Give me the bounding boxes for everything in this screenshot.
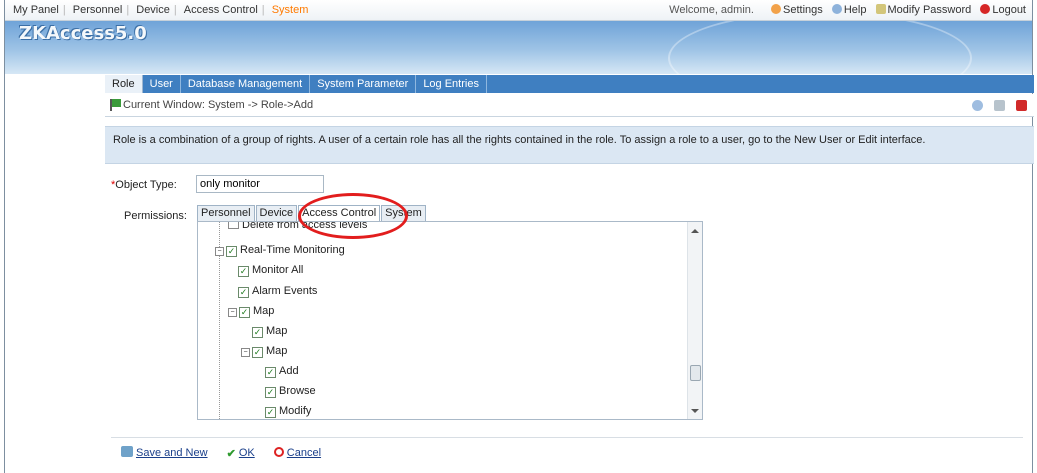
tree-node-real-time-monitoring[interactable]: − ✓ Real-Time Monitoring (215, 242, 345, 258)
logout-label: Logout (992, 4, 1026, 16)
nav-system[interactable]: System (268, 4, 313, 16)
app-window: My Panel | Personnel | Device | Access Cont… (4, 0, 1034, 473)
cancel-button[interactable]: Cancel (273, 447, 322, 459)
ok-label: OK (238, 447, 255, 459)
checkbox-checked[interactable]: ✓ (226, 246, 237, 257)
node-label: Map (266, 345, 288, 357)
help-icon (831, 4, 842, 14)
user-bar: Welcome, admin. Settings Help Modify Pas… (669, 4, 1032, 16)
gear-icon (771, 4, 782, 14)
settings-link[interactable]: Settings (771, 4, 823, 16)
tree-node-map-child[interactable]: ✓ Map (252, 323, 287, 339)
cancel-icon (273, 447, 284, 457)
app-logo: ZKAccess5.0 (19, 23, 147, 44)
collapse-icon[interactable]: − (228, 308, 237, 317)
checkbox-checked[interactable]: ✓ (239, 307, 250, 318)
perm-tab-device[interactable]: Device (255, 205, 298, 221)
tree-node-monitor-all[interactable]: ✓ Monitor All (238, 262, 303, 278)
current-window-bar: Current Window: System -> Role->Add (105, 94, 1034, 117)
system-tabs: Role User Database Management System Par… (105, 75, 1034, 93)
breadcrumb: Current Window: System -> Role->Add (123, 99, 314, 111)
help-label: Help (843, 4, 867, 16)
checkbox-checked[interactable]: ✓ (265, 407, 276, 418)
save-icon (121, 446, 133, 457)
nav-separator: | (173, 4, 177, 16)
window-tools (964, 99, 1027, 111)
node-label: Modify (279, 405, 312, 417)
tab-user[interactable]: User (143, 75, 181, 93)
object-type-label-text: Object Type: (115, 179, 177, 191)
main-navigation: My Panel | Personnel | Device | Access Cont… (9, 4, 312, 16)
tree-node-add[interactable]: ✓ Add (265, 363, 299, 379)
node-label: Map (266, 325, 288, 337)
save-and-new-label: Save and New (136, 447, 208, 459)
nav-separator: | (261, 4, 265, 16)
collapse-icon[interactable]: − (215, 247, 224, 256)
checkbox-checked[interactable]: ✓ (265, 367, 276, 378)
collapse-icon[interactable]: − (241, 348, 250, 357)
key-icon (875, 4, 886, 14)
tab-system-parameter[interactable]: System Parameter (310, 75, 417, 93)
node-label: Browse (279, 385, 316, 397)
checkbox-checked[interactable]: ✓ (265, 387, 276, 398)
checkbox-checked[interactable]: ✓ (238, 287, 249, 298)
permissions-label: Permissions: (124, 210, 187, 222)
perm-tab-personnel[interactable]: Personnel (197, 205, 255, 221)
tree-node-browse[interactable]: ✓ Browse (265, 383, 316, 399)
welcome-text: Welcome, admin. (669, 4, 754, 16)
tree-node-modify[interactable]: ✓ Modify (265, 403, 311, 419)
ok-button[interactable]: ✔ OK (226, 447, 255, 460)
checkbox-checked[interactable]: ✓ (238, 266, 249, 277)
help-link[interactable]: Help (831, 4, 867, 16)
banner-decoration (668, 21, 972, 74)
nav-device[interactable]: Device (132, 4, 174, 16)
cancel-label: Cancel (286, 447, 322, 459)
scroll-down-arrow-icon[interactable] (691, 409, 699, 413)
object-type-input[interactable] (196, 175, 324, 193)
top-menu-bar: My Panel | Personnel | Device | Access Cont… (5, 0, 1032, 21)
node-label: Real-Time Monitoring (240, 244, 345, 256)
nav-separator: | (126, 4, 130, 16)
close-icon[interactable] (1016, 99, 1027, 111)
checkbox-unchecked[interactable] (228, 222, 239, 229)
node-label: Alarm Events (252, 285, 318, 297)
help-icon[interactable] (971, 99, 983, 111)
header-banner: ZKAccess5.0 (5, 21, 1032, 74)
edit-icon[interactable] (993, 99, 1005, 111)
modify-password-link[interactable]: Modify Password (875, 4, 972, 16)
scroll-up-arrow-icon[interactable] (691, 229, 699, 233)
flag-icon (110, 99, 121, 111)
scroll-thumb[interactable] (690, 365, 701, 381)
tab-role[interactable]: Role (105, 75, 143, 93)
save-and-new-button[interactable]: Save and New (121, 446, 208, 459)
settings-label: Settings (783, 4, 823, 16)
nav-access-control[interactable]: Access Control (180, 4, 262, 16)
divider (111, 437, 1023, 438)
logout-icon (980, 4, 991, 14)
info-message: Role is a combination of a group of righ… (105, 126, 1034, 164)
nav-separator: | (62, 4, 66, 16)
modify-password-label: Modify Password (887, 4, 972, 16)
node-label: Map (253, 305, 275, 317)
tree-scrollbar[interactable] (687, 222, 702, 419)
logout-link[interactable]: Logout (980, 4, 1026, 16)
object-type-label: *Object Type: (111, 179, 177, 191)
checkmark-icon: ✔ (226, 448, 236, 460)
highlight-circle (298, 193, 408, 239)
form-actions: Save and New ✔ OK Cancel (121, 446, 337, 460)
nav-personnel[interactable]: Personnel (69, 4, 127, 16)
tab-database-management[interactable]: Database Management (181, 75, 311, 93)
tree-node-map[interactable]: − ✓ Map (228, 303, 274, 319)
node-label: Monitor All (252, 264, 304, 276)
permission-tree: Delete from access levels − ✓ Real-Time Mo… (197, 221, 703, 420)
tree-node-alarm-events[interactable]: ✓ Alarm Events (238, 283, 317, 299)
checkbox-checked[interactable]: ✓ (252, 327, 263, 338)
nav-my-panel[interactable]: My Panel (9, 4, 63, 16)
tab-log-entries[interactable]: Log Entries (416, 75, 487, 93)
tree-node-map-expandable[interactable]: − ✓ Map (241, 343, 287, 359)
node-label: Add (279, 365, 299, 377)
checkbox-checked[interactable]: ✓ (252, 347, 263, 358)
